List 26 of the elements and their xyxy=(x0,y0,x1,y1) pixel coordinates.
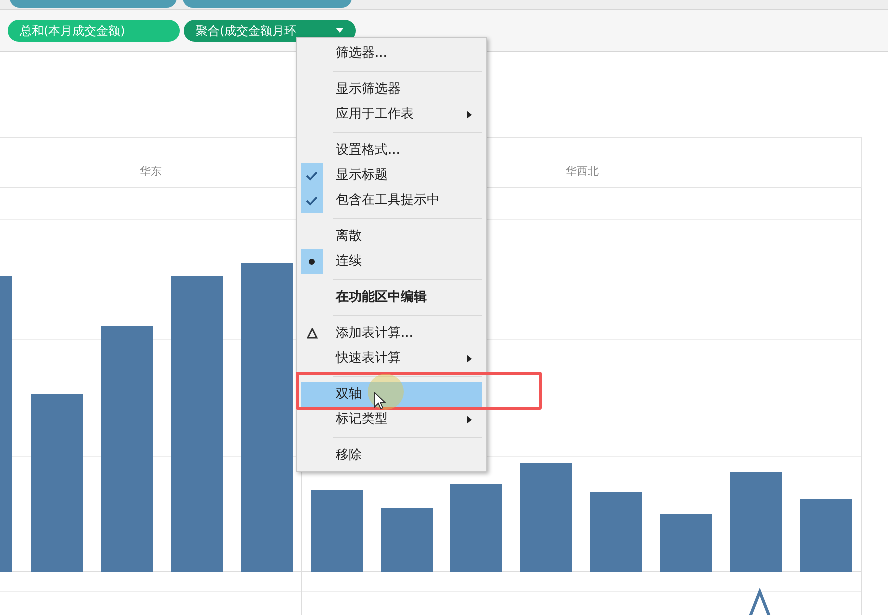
delta-icon xyxy=(306,328,318,339)
menu-item[interactable]: 连续 xyxy=(301,249,482,274)
menu-item[interactable]: 显示标题 xyxy=(301,163,482,188)
menu-item[interactable]: 移除 xyxy=(301,443,482,468)
menu-item[interactable]: 快速表计算 xyxy=(301,346,482,371)
menu-item[interactable]: 设置格式... xyxy=(301,138,482,163)
menu-item[interactable]: 离散 xyxy=(301,224,482,249)
submenu-arrow-icon xyxy=(467,354,472,362)
menu-item[interactable]: 标记类型 xyxy=(301,407,482,432)
menu-item[interactable]: 添加表计算... xyxy=(301,321,482,346)
field-pill[interactable]: 聚合(成交金额月环 xyxy=(184,20,356,42)
menu-item[interactable]: 筛选器... xyxy=(301,41,482,66)
submenu-arrow-icon xyxy=(467,110,472,118)
dropdown-caret-icon xyxy=(336,28,344,33)
menu-item[interactable]: 双轴 xyxy=(301,382,482,407)
column-header: 华西北 xyxy=(566,164,599,180)
cursor-icon xyxy=(374,392,386,410)
bar xyxy=(381,508,433,572)
cursor-highlight xyxy=(368,374,404,410)
column-header: 华东 xyxy=(140,164,162,180)
menu-item[interactable]: 显示筛选器 xyxy=(301,77,482,102)
bar xyxy=(660,514,712,572)
menu-item[interactable]: 在功能区中编辑 xyxy=(301,285,482,310)
menu-item[interactable]: 包含在工具提示中 xyxy=(301,188,482,213)
menu-item[interactable]: 应用于工作表 xyxy=(301,102,482,127)
submenu-arrow-icon xyxy=(467,416,472,424)
